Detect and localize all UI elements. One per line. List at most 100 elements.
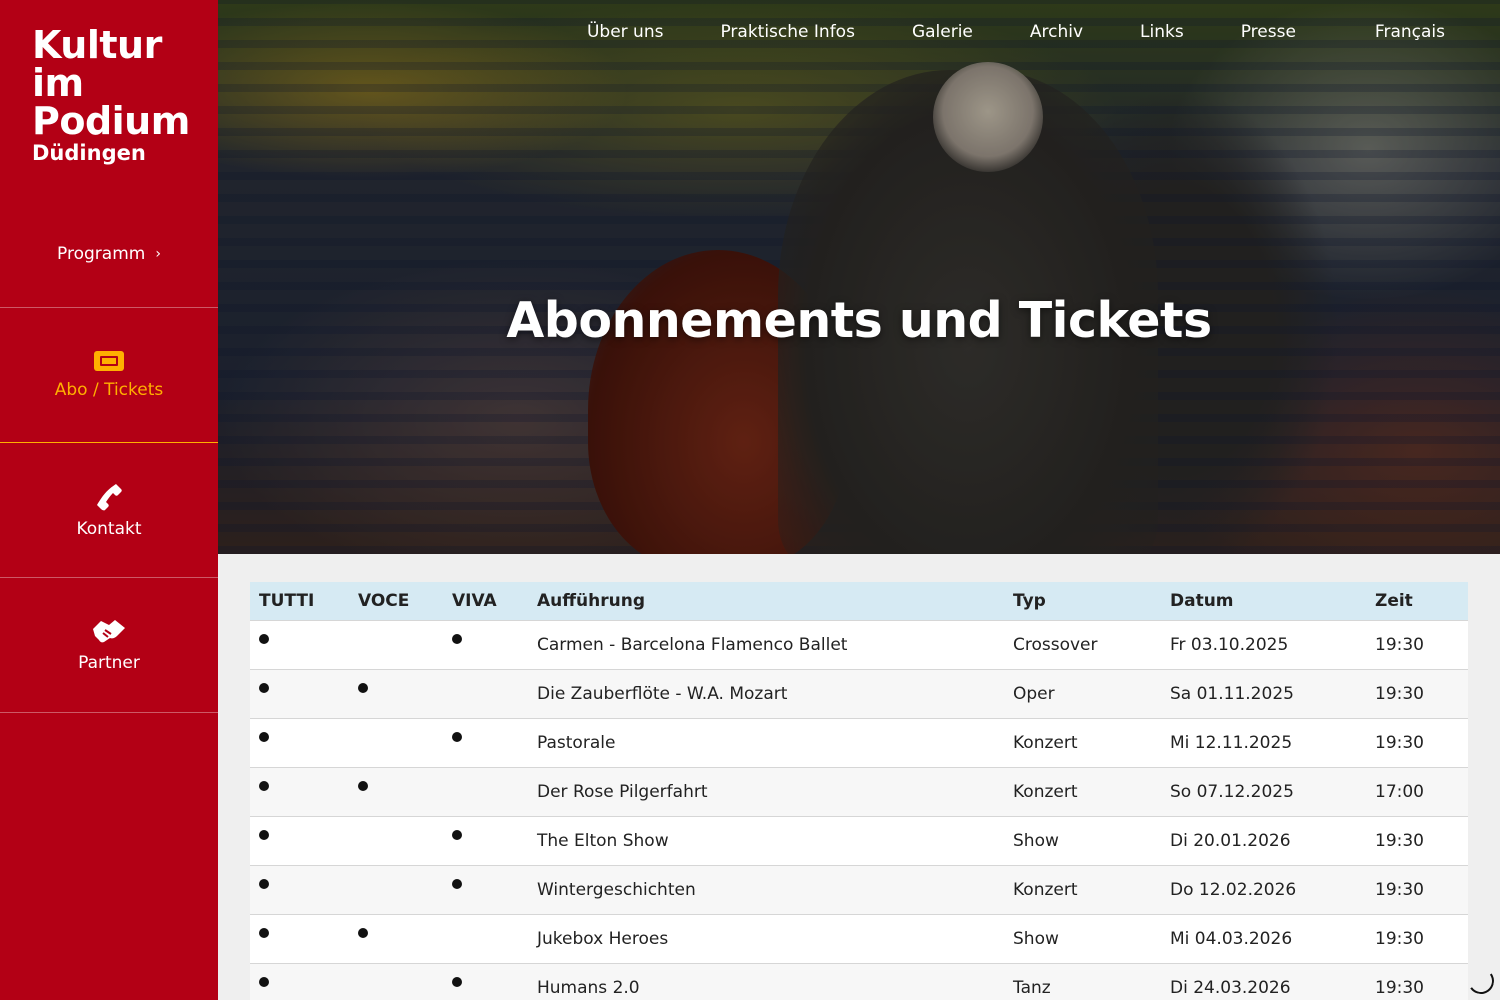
cell-typ: Show	[1013, 928, 1059, 949]
included-dot-icon	[358, 682, 368, 693]
included-dot-icon	[259, 829, 269, 840]
included-dot-icon	[358, 780, 368, 791]
included-dot-icon	[452, 976, 462, 987]
nav-ueber-uns[interactable]: Über uns	[587, 22, 664, 42]
cell-typ: Crossover	[1013, 634, 1098, 655]
nav-language-switch[interactable]: Français	[1353, 22, 1445, 42]
sidebar-item-kontakt[interactable]: Kontakt	[0, 443, 218, 578]
nav-galerie[interactable]: Galerie	[912, 22, 973, 42]
cell-auffuehrung[interactable]: Jukebox Heroes	[528, 914, 1004, 963]
cell-typ: Konzert	[1013, 781, 1078, 802]
page-title: Abonnements und Tickets	[506, 292, 1212, 349]
cell-typ: Konzert	[1013, 732, 1078, 753]
sidebar-nav: Programm › Abo / Tickets Kontakt Partner	[0, 200, 218, 713]
cell-viva	[443, 963, 528, 1000]
sidebar-item-programm[interactable]: Programm ›	[0, 200, 218, 308]
cell-typ: Tanz	[1013, 977, 1051, 998]
cell-voce	[349, 718, 443, 767]
table-row: Wintergeschichten Konzert Do 12.02.2026 19:…	[250, 865, 1468, 914]
sidebar-item-partner[interactable]: Partner	[0, 578, 218, 713]
cell-viva	[443, 669, 528, 718]
table-row: Pastorale Konzert Mi 12.11.2025 19:30	[250, 718, 1468, 767]
table-row: Der Rose Pilgerfahrt Konzert So 07.12.2025…	[250, 767, 1468, 816]
cell-datum: Sa 01.11.2025	[1170, 683, 1294, 704]
ticket-icon	[94, 351, 124, 371]
table-body: Carmen - Barcelona Flamenco Ballet Crosso…	[250, 620, 1468, 1000]
top-nav: Über uns Praktische Infos Galerie Archiv…	[587, 22, 1445, 42]
subscription-table: TUTTI VOCE VIVA Aufführung Typ Datum Zei…	[250, 582, 1468, 1000]
cell-voce	[349, 963, 443, 1000]
sidebar-item-abo-tickets[interactable]: Abo / Tickets	[0, 308, 218, 443]
cell-tutti	[250, 620, 349, 669]
site-logo[interactable]: Kultur im Podium Düdingen	[32, 26, 190, 166]
included-dot-icon	[259, 633, 269, 644]
included-dot-icon	[452, 878, 462, 889]
cell-auffuehrung[interactable]: The Elton Show	[528, 816, 1004, 865]
cell-viva	[443, 620, 528, 669]
cell-tutti	[250, 718, 349, 767]
cell-auffuehrung[interactable]: Carmen - Barcelona Flamenco Ballet	[528, 620, 1004, 669]
handshake-icon	[93, 620, 125, 643]
cell-zeit: 17:00	[1375, 781, 1424, 802]
chevron-right-icon: ›	[155, 245, 161, 262]
cell-auffuehrung[interactable]: Die Zauberflöte - W.A. Mozart	[528, 669, 1004, 718]
cell-voce	[349, 914, 443, 963]
nav-presse[interactable]: Presse	[1241, 22, 1296, 42]
sidebar-item-label: Abo / Tickets	[54, 380, 164, 400]
cell-viva	[443, 816, 528, 865]
logo-line-podium: Podium	[32, 99, 190, 143]
cell-voce	[349, 816, 443, 865]
table-row: The Elton Show Show Di 20.01.2026 19:30	[250, 816, 1468, 865]
cell-tutti	[250, 767, 349, 816]
included-dot-icon	[259, 731, 269, 742]
sidebar: Kultur im Podium Düdingen Programm › Abo…	[0, 0, 218, 1000]
cell-auffuehrung[interactable]: Wintergeschichten	[528, 865, 1004, 914]
logo-line-duedingen: Düdingen	[32, 141, 146, 165]
cell-datum: So 07.12.2025	[1170, 781, 1294, 802]
cell-auffuehrung[interactable]: Pastorale	[528, 718, 1004, 767]
col-header-datum: Datum	[1170, 590, 1234, 611]
cell-typ: Oper	[1013, 683, 1055, 704]
cell-viva	[443, 718, 528, 767]
cell-datum: Do 12.02.2026	[1170, 879, 1297, 900]
cell-voce	[349, 767, 443, 816]
cell-typ: Konzert	[1013, 879, 1078, 900]
cell-auffuehrung[interactable]: Humans 2.0	[528, 963, 1004, 1000]
col-header-zeit: Zeit	[1375, 590, 1413, 611]
included-dot-icon	[259, 682, 269, 693]
nav-praktische-infos[interactable]: Praktische Infos	[720, 22, 854, 42]
subscription-table-container: TUTTI VOCE VIVA Aufführung Typ Datum Zei…	[250, 582, 1468, 1000]
table-header-row: TUTTI VOCE VIVA Aufführung Typ Datum Zei…	[250, 582, 1468, 620]
logo-line-kultur: Kultur	[32, 23, 162, 67]
french-flag-icon	[1353, 27, 1368, 37]
cell-viva	[443, 767, 528, 816]
hero-overlay	[218, 0, 1500, 554]
sidebar-item-label: Kontakt	[76, 519, 142, 539]
col-header-voce: VOCE	[358, 590, 410, 611]
cell-zeit: 19:30	[1375, 830, 1424, 851]
nav-links[interactable]: Links	[1140, 22, 1184, 42]
cell-zeit: 19:30	[1375, 683, 1424, 704]
col-header-viva: VIVA	[452, 590, 497, 611]
cell-tutti	[250, 963, 349, 1000]
col-header-auffuehrung: Aufführung	[537, 590, 645, 611]
cell-viva	[443, 865, 528, 914]
cell-zeit: 19:30	[1375, 928, 1424, 949]
cell-tutti	[250, 816, 349, 865]
cell-zeit: 19:30	[1375, 634, 1424, 655]
included-dot-icon	[259, 976, 269, 987]
included-dot-icon	[452, 829, 462, 840]
sidebar-item-label: Partner	[78, 653, 140, 673]
loading-spinner-icon	[1465, 965, 1497, 997]
cell-tutti	[250, 914, 349, 963]
cell-auffuehrung[interactable]: Der Rose Pilgerfahrt	[528, 767, 1004, 816]
included-dot-icon	[259, 927, 269, 938]
sidebar-item-label: Programm	[57, 243, 146, 264]
nav-archiv[interactable]: Archiv	[1030, 22, 1083, 42]
included-dot-icon	[452, 633, 462, 644]
cell-typ: Show	[1013, 830, 1059, 851]
table-row: Die Zauberflöte - W.A. Mozart Oper Sa 01.1…	[250, 669, 1468, 718]
table-row: Humans 2.0 Tanz Di 24.03.2026 19:30	[250, 963, 1468, 1000]
cell-datum: Di 24.03.2026	[1170, 977, 1291, 998]
included-dot-icon	[358, 927, 368, 938]
